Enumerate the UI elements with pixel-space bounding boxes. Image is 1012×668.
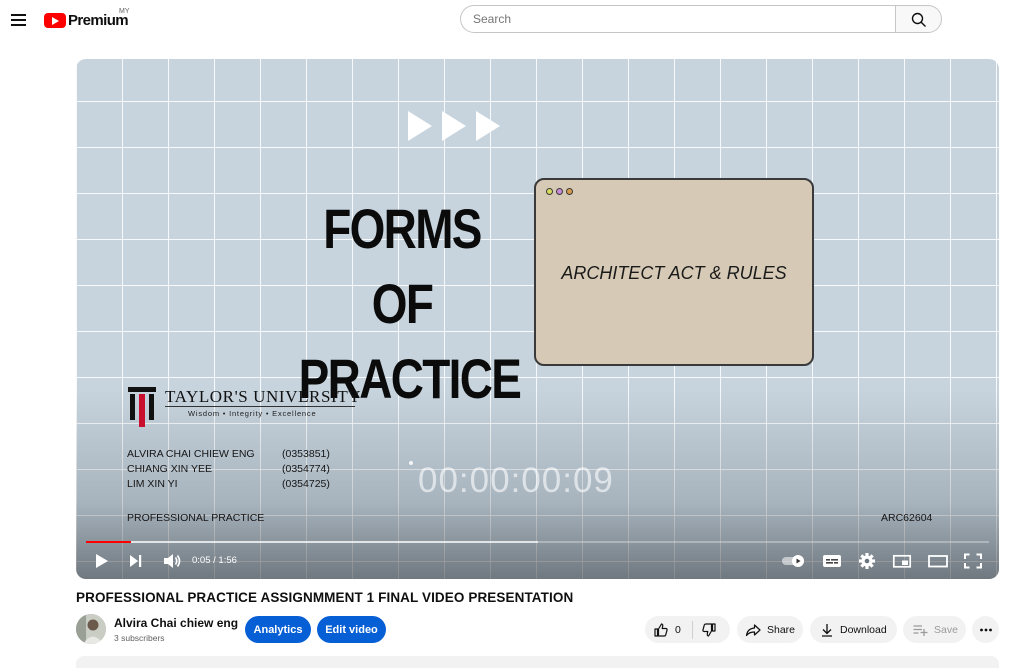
window-dot-icon xyxy=(556,188,563,195)
gear-icon xyxy=(859,553,875,569)
mute-button[interactable] xyxy=(161,549,183,573)
masthead: Premium MY xyxy=(0,0,1012,40)
progress-bar[interactable] xyxy=(86,541,989,543)
avatar-image xyxy=(76,614,106,644)
sparkle-dot xyxy=(409,461,413,465)
next-icon xyxy=(130,555,142,567)
save-button[interactable]: Save xyxy=(903,616,966,643)
course-code: ARC62604 xyxy=(881,512,933,524)
slide-timecode: 00:00:00:09 xyxy=(418,461,614,500)
member-name: LIM XIN YI xyxy=(127,478,178,490)
played-bar xyxy=(86,541,131,543)
autoplay-toggle-icon xyxy=(782,555,804,567)
download-label: Download xyxy=(840,623,887,636)
member-id: (0354725) xyxy=(282,478,330,490)
member-name: CHIANG XIN YEE xyxy=(127,463,212,475)
search-icon xyxy=(911,12,926,27)
miniplayer-button[interactable] xyxy=(891,549,913,573)
channel-avatar[interactable] xyxy=(76,614,106,644)
member-name: ALVIRA CHAI CHIEW ENG xyxy=(127,448,255,460)
edit-video-button[interactable]: Edit video xyxy=(317,616,386,643)
like-button[interactable]: 0 xyxy=(653,622,681,638)
course-name: PROFESSIONAL PRACTICE xyxy=(127,512,265,524)
analytics-button[interactable]: Analytics xyxy=(245,616,311,643)
settings-button[interactable] xyxy=(856,549,878,573)
fullscreen-button[interactable] xyxy=(962,549,984,573)
slide-window-card: ARCHITECT ACT & RULES xyxy=(534,178,814,366)
fullscreen-icon xyxy=(964,553,982,569)
university-divider xyxy=(165,406,355,407)
subtitles-button[interactable] xyxy=(821,549,843,573)
university-tagline: Wisdom • Integrity • Excellence xyxy=(188,409,317,418)
search-input[interactable] xyxy=(460,5,896,33)
miniplayer-icon xyxy=(892,554,912,568)
autoplay-toggle[interactable] xyxy=(780,549,808,573)
like-divider xyxy=(691,620,693,639)
youtube-premium-logo[interactable]: Premium MY xyxy=(44,8,130,30)
university-logo-icon xyxy=(128,387,156,427)
like-dislike-group: 0 xyxy=(645,616,730,643)
play-button[interactable] xyxy=(92,549,112,573)
member-id: (0354774) xyxy=(282,463,330,475)
youtube-logo-icon xyxy=(44,12,66,28)
time-display: 0:05 / 1:56 xyxy=(192,555,237,566)
window-dot-icon xyxy=(566,188,573,195)
play-arrows-graphic xyxy=(408,111,503,141)
subtitles-icon xyxy=(823,555,841,567)
video-title: PROFESSIONAL PRACTICE ASSIGNMMENT 1 FINA… xyxy=(76,590,574,605)
volume-icon xyxy=(164,554,181,568)
member-id: (0353851) xyxy=(282,448,330,460)
thumbs-down-icon xyxy=(702,622,716,637)
buffered-bar xyxy=(86,541,538,543)
more-horizontal-icon xyxy=(979,628,992,631)
logo-country-code: MY xyxy=(119,8,130,15)
share-icon xyxy=(745,623,761,636)
channel-name[interactable]: Alvira Chai chiew eng xyxy=(114,616,238,630)
dislike-button[interactable] xyxy=(701,622,717,638)
download-icon xyxy=(822,623,832,637)
next-button[interactable] xyxy=(126,549,146,573)
share-button[interactable]: Share xyxy=(737,616,803,643)
search-button[interactable] xyxy=(895,5,942,33)
menu-icon[interactable] xyxy=(8,7,30,33)
slide-window-text: ARCHITECT ACT & RULES xyxy=(561,263,787,283)
theater-mode-button[interactable] xyxy=(926,549,950,573)
description-box[interactable] xyxy=(76,656,999,668)
save-playlist-icon xyxy=(913,624,928,636)
university-name: TAYLOR'S UNIVERSITY xyxy=(165,387,362,406)
theater-mode-icon xyxy=(928,555,948,568)
window-dot-icon xyxy=(546,188,553,195)
save-label: Save xyxy=(934,623,958,636)
more-actions-button[interactable] xyxy=(972,616,999,643)
download-button[interactable]: Download xyxy=(810,616,897,643)
play-icon xyxy=(96,554,108,568)
share-label: Share xyxy=(767,623,796,636)
search-box xyxy=(460,5,942,35)
thumbs-up-icon xyxy=(654,622,668,637)
subscriber-count: 3 subscribers xyxy=(114,633,165,643)
slide-title: FORMS OF PRACTICE xyxy=(299,191,522,416)
slide-title-line-1: FORMS OF xyxy=(323,197,482,335)
like-count: 0 xyxy=(675,623,681,636)
video-player[interactable]: FORMS OF PRACTICE ARCHITECT ACT & RULES … xyxy=(76,59,999,579)
